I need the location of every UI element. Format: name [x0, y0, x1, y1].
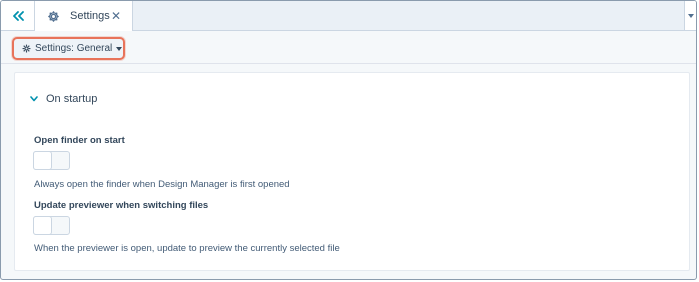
collapse-sidebar-button[interactable]	[1, 1, 35, 30]
toggle-knob	[33, 151, 52, 170]
help-text-open-finder: Always open the finder when Design Manag…	[34, 179, 290, 190]
tab-label: Settings	[70, 10, 110, 22]
update-previewer-toggle[interactable]	[33, 216, 70, 235]
close-icon[interactable]: ✕	[111, 9, 121, 23]
double-chevron-left-icon	[12, 10, 24, 21]
settings-panel: On startup Open finder on start Always o…	[14, 72, 690, 271]
app-window: Settings ✕ Settings: General On startup …	[0, 0, 697, 280]
caret-down-icon	[116, 46, 123, 51]
section-toggle-on-startup[interactable]: On startup	[30, 93, 97, 105]
setting-label-update-previewer: Update previewer when switching files	[34, 200, 209, 211]
help-text-update-previewer: When the previewer is open, update to pr…	[34, 243, 340, 254]
chevron-down-icon	[30, 95, 38, 103]
settings-section-dropdown[interactable]: Settings: General	[12, 37, 125, 60]
gear-icon	[46, 9, 60, 23]
setting-label-open-finder: Open finder on start	[34, 135, 125, 146]
tab-overflow-button[interactable]	[684, 1, 696, 30]
toolbar: Settings: General	[1, 31, 696, 64]
gear-icon	[21, 44, 31, 54]
tab-bar: Settings ✕	[1, 1, 696, 31]
open-finder-toggle[interactable]	[33, 151, 70, 170]
settings-dropdown-label: Settings: General	[35, 43, 113, 54]
tab-settings[interactable]: Settings ✕	[35, 1, 133, 31]
section-title: On startup	[46, 93, 98, 105]
chevron-down-icon	[687, 13, 694, 18]
toggle-knob	[33, 216, 52, 235]
